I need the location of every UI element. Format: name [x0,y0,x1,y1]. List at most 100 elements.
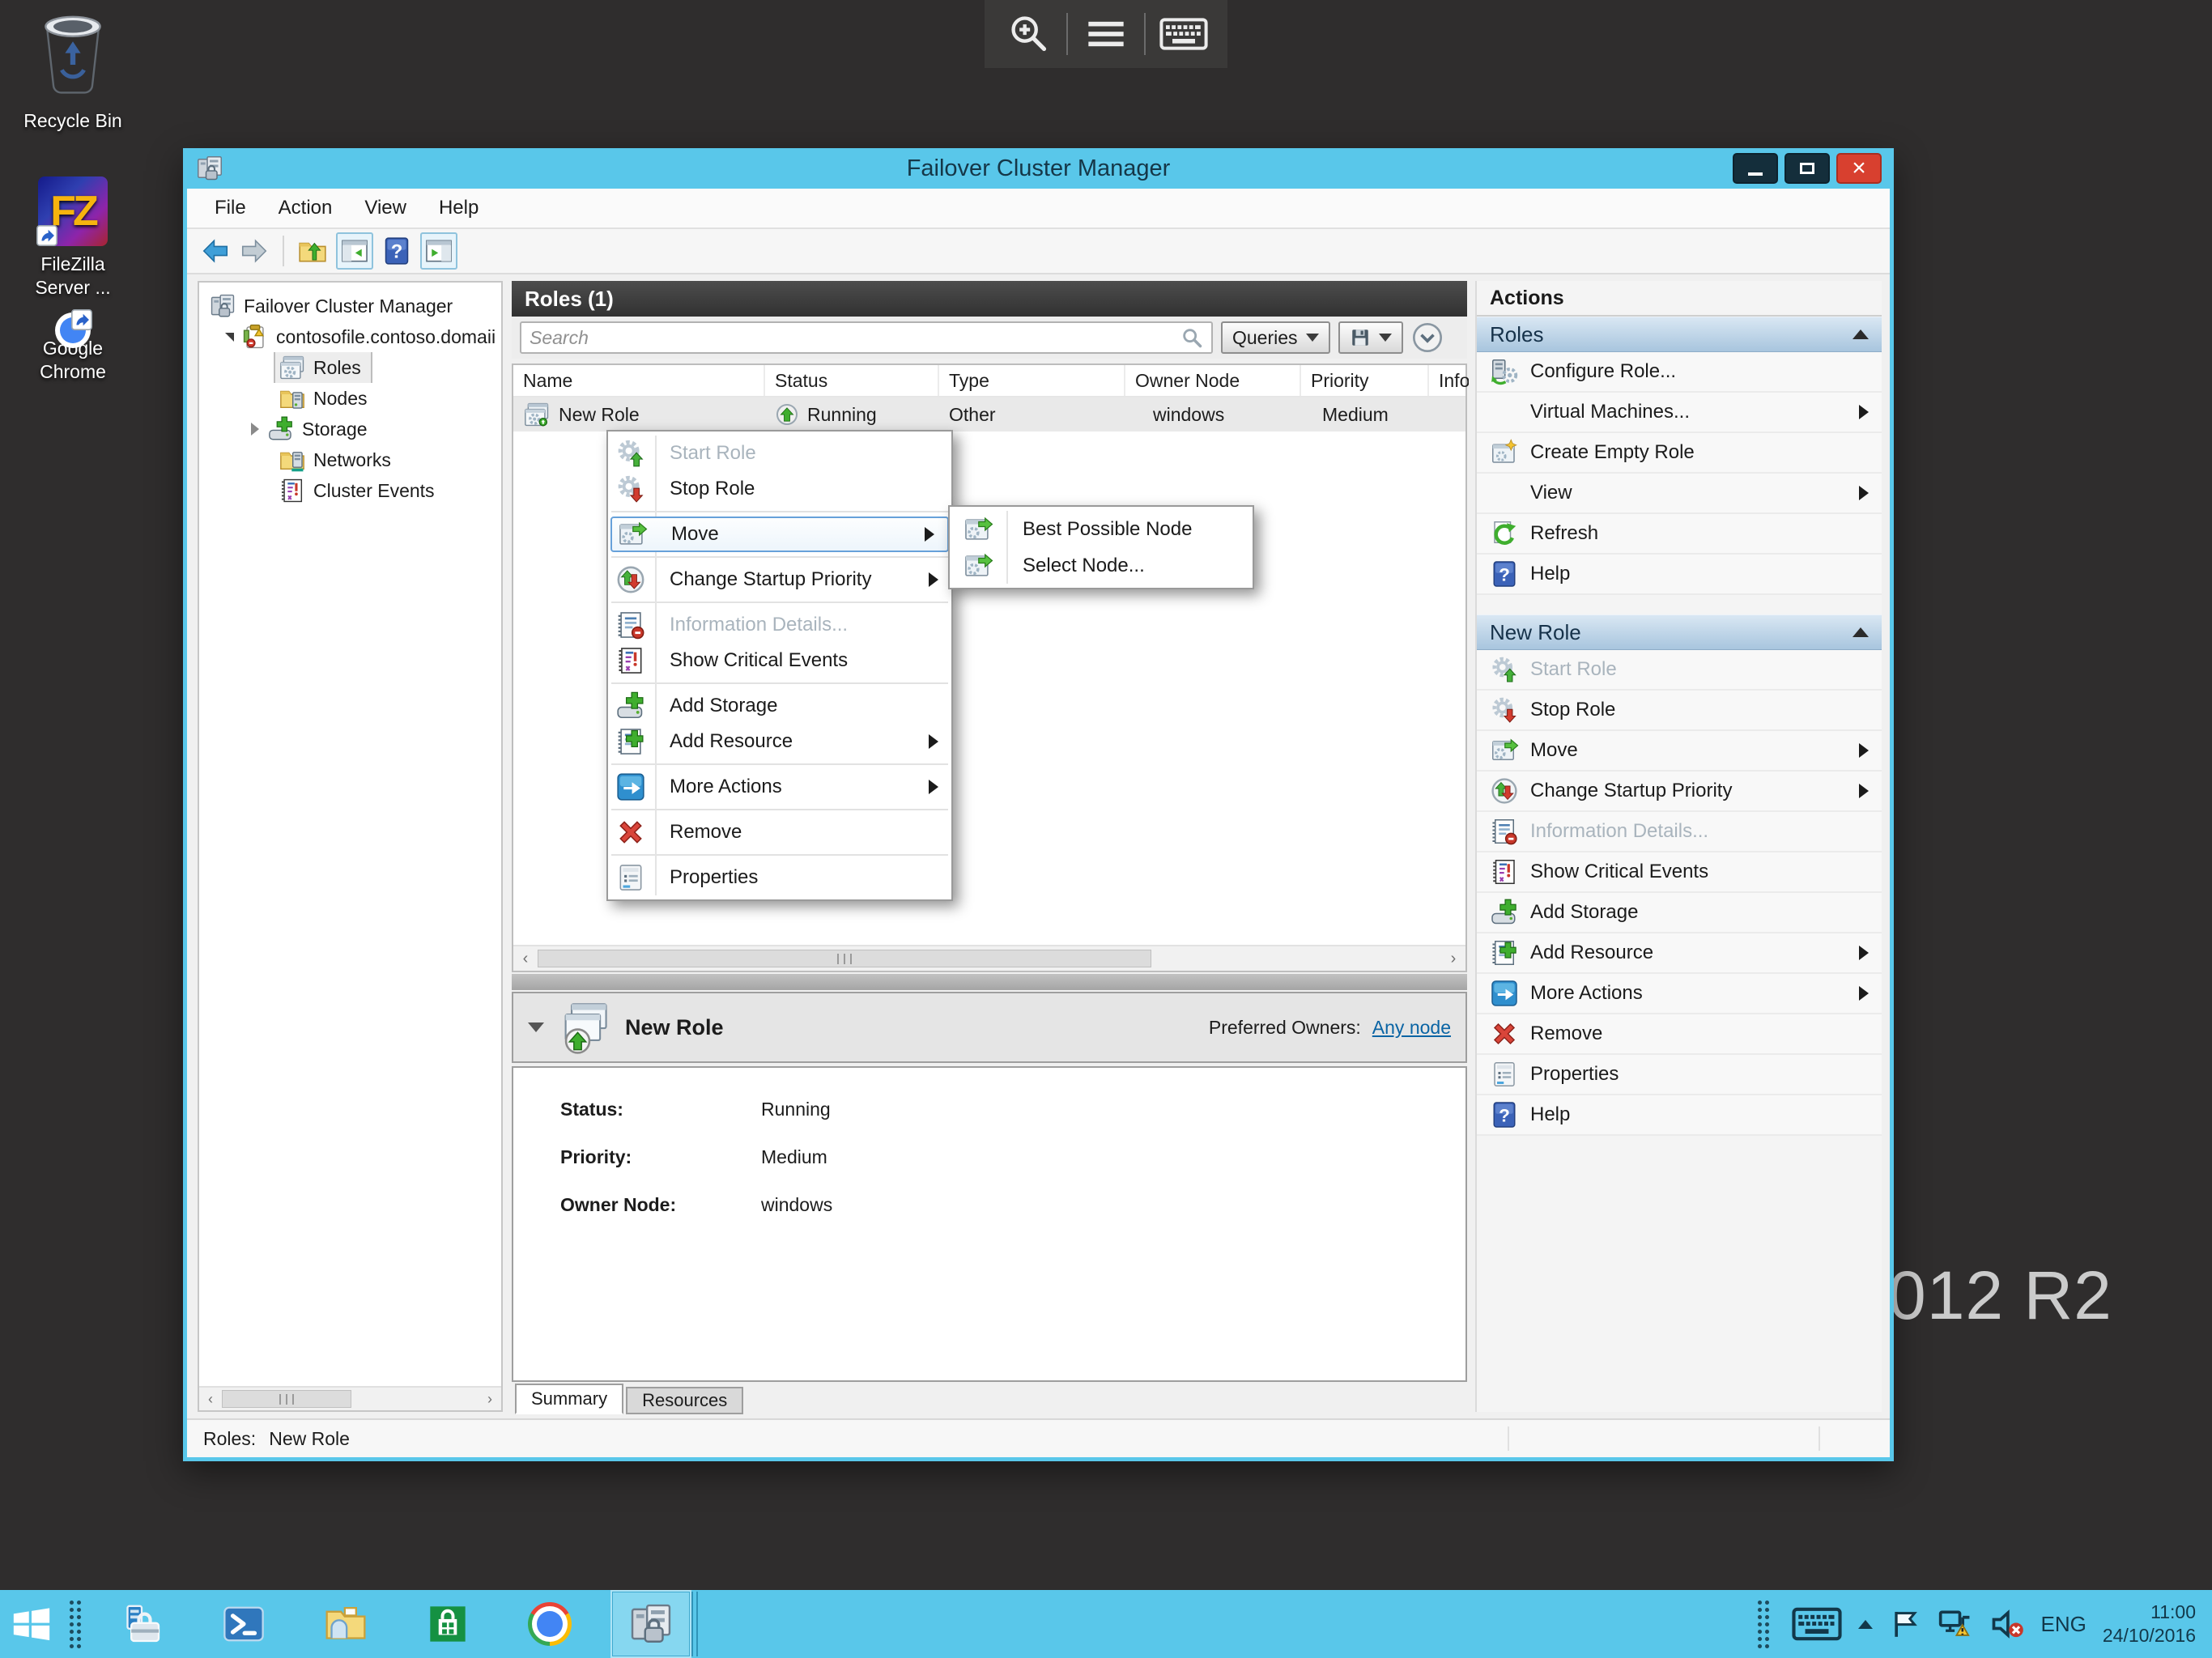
actions-section-new-role[interactable]: New Role [1477,614,1882,650]
column-owner-node[interactable]: Owner Node [1125,365,1301,396]
scrollbar-thumb[interactable] [222,1390,351,1408]
splitter-bar[interactable] [512,974,1467,990]
action-move[interactable]: Move [1477,731,1882,772]
collapsed-triangle-icon[interactable] [251,423,260,436]
tree-node-cluster[interactable]: contosofile.contoso.domaii [199,321,501,352]
queries-button[interactable]: Queries [1221,321,1330,354]
context-more-actions[interactable]: More Actions [608,769,951,805]
action-properties[interactable]: Properties [1477,1055,1882,1095]
actions-section-roles[interactable]: Roles [1477,317,1882,352]
taskbar-failover-cluster-manager[interactable] [610,1590,698,1658]
save-query-button[interactable] [1338,321,1403,354]
column-type[interactable]: Type [939,365,1125,396]
scroll-right-icon[interactable]: › [1441,950,1465,968]
tree-node-networks[interactable]: Networks [199,444,501,475]
preferred-owners-link[interactable]: Any node [1372,1017,1451,1039]
show-console-tree-icon[interactable] [336,232,373,270]
action-create-empty-role[interactable]: Create Empty Role [1477,433,1882,474]
clock[interactable]: 11:00 24/10/2016 [2103,1601,2196,1647]
tab-resources[interactable]: Resources [626,1387,744,1414]
collapse-section-icon[interactable] [1853,329,1869,339]
desktop-icon-recycle-bin[interactable]: Recycle Bin [0,6,146,133]
context-change-startup-priority[interactable]: Change Startup Priority [608,562,951,597]
collapse-detail-icon[interactable] [528,1022,544,1032]
desktop-icon-filezilla-server[interactable]: FZ FileZilla Server ... [0,176,146,300]
action-virtual-machines[interactable]: Virtual Machines... [1477,393,1882,433]
maximize-button[interactable] [1784,153,1830,184]
taskbar-grip[interactable] [1755,1599,1771,1649]
context-properties[interactable]: Properties [608,860,951,895]
tree-node-cluster-events[interactable]: Cluster Events [199,475,501,506]
list-horizontal-scrollbar[interactable]: ‹ › [513,945,1465,971]
network-warning-icon[interactable] [1938,1606,1973,1642]
collapse-search-icon[interactable] [1411,321,1444,354]
action-help-2[interactable]: Help [1477,1095,1882,1136]
taskbar-windows-store[interactable] [416,1590,479,1658]
taskbar-grip[interactable] [68,1599,83,1649]
column-status[interactable]: Status [765,365,939,396]
action-add-resource[interactable]: Add Resource [1477,933,1882,974]
volume-muted-icon[interactable] [1989,1606,2025,1642]
action-remove[interactable]: Remove [1477,1014,1882,1055]
context-add-storage[interactable]: Add Storage [608,688,951,724]
tree-node-nodes[interactable]: Nodes [199,383,501,414]
submenu-best-possible-node[interactable]: Best Possible Node [950,511,1253,547]
taskbar-chrome[interactable] [518,1590,581,1658]
show-action-pane-icon[interactable] [420,232,457,270]
help-icon[interactable] [381,236,412,266]
keyboard-icon[interactable] [1146,16,1222,52]
search-input[interactable] [530,326,1180,349]
column-name[interactable]: Name [513,365,765,396]
context-stop-role[interactable]: Stop Role [608,471,951,507]
action-configure-role[interactable]: Configure Role... [1477,352,1882,393]
touch-keyboard-icon[interactable] [1792,1607,1842,1641]
title-bar[interactable]: Failover Cluster Manager × [187,148,1890,189]
action-show-critical-events[interactable]: Show Critical Events [1477,852,1882,893]
taskbar-file-explorer[interactable] [314,1590,377,1658]
action-center-flag-icon[interactable] [1889,1608,1921,1640]
minimize-button[interactable] [1733,153,1778,184]
up-one-level-icon[interactable] [297,236,328,266]
action-change-startup-priority[interactable]: Change Startup Priority [1477,772,1882,812]
scroll-left-icon[interactable]: ‹ [513,950,538,968]
zoom-in-icon[interactable] [990,13,1066,55]
tree-node-storage[interactable]: Storage [199,414,501,444]
menu-icon[interactable] [1068,13,1144,55]
scroll-left-icon[interactable]: ‹ [199,1391,222,1408]
forward-icon[interactable] [239,236,270,266]
search-box[interactable] [520,321,1213,354]
start-button[interactable] [0,1590,63,1658]
taskbar-powershell[interactable] [212,1590,275,1658]
scrollbar-thumb[interactable] [538,950,1151,967]
menu-view[interactable]: View [348,192,423,224]
scroll-right-icon[interactable]: › [479,1391,501,1408]
action-refresh[interactable]: Refresh [1477,514,1882,555]
language-indicator[interactable]: ENG [2041,1612,2087,1637]
action-add-storage[interactable]: Add Storage [1477,893,1882,933]
tree-root[interactable]: Failover Cluster Manager [199,291,501,321]
context-remove[interactable]: Remove [608,814,951,850]
expanded-triangle-icon[interactable] [225,332,234,342]
menu-file[interactable]: File [198,192,262,224]
column-information[interactable]: Information [1429,365,1469,396]
tree-horizontal-scrollbar[interactable]: ‹ › [199,1386,501,1410]
action-help[interactable]: Help [1477,555,1882,595]
desktop-icon-google-chrome[interactable]: Google Chrome [0,330,146,384]
action-more-actions[interactable]: More Actions [1477,974,1882,1014]
column-priority[interactable]: Priority [1301,365,1429,396]
context-add-resource[interactable]: Add Resource [608,724,951,759]
action-view[interactable]: View [1477,474,1882,514]
close-button[interactable]: × [1836,153,1882,184]
submenu-select-node[interactable]: Select Node... [950,547,1253,584]
back-icon[interactable] [200,236,231,266]
show-hidden-icons-icon[interactable] [1857,1619,1873,1629]
context-move[interactable]: Move [610,517,949,552]
menu-help[interactable]: Help [423,192,495,224]
tab-summary[interactable]: Summary [515,1384,624,1414]
menu-action[interactable]: Action [262,192,349,224]
tree-node-roles[interactable]: Roles [199,352,501,383]
taskbar-server-manager[interactable] [110,1590,173,1658]
context-show-critical-events[interactable]: Show Critical Events [608,643,951,678]
action-stop-role[interactable]: Stop Role [1477,691,1882,731]
table-row-new-role[interactable]: New Role Running Other windows Medium [513,397,1465,432]
